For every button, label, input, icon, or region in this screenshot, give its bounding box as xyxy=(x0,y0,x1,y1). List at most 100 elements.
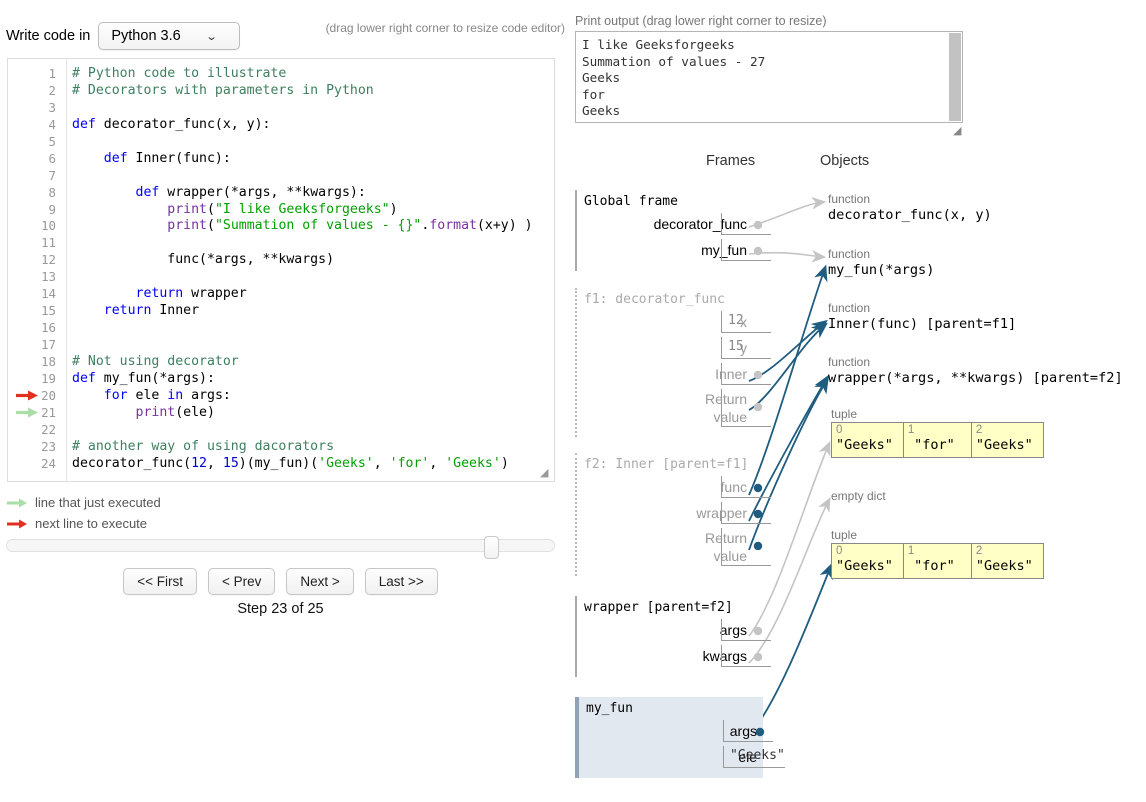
variable-row: Returnvalue xyxy=(575,528,753,570)
variable-row: Returnvalue xyxy=(575,389,753,431)
variable-row: x12 xyxy=(575,311,753,337)
code-line: 2# Decorators with parameters in Python xyxy=(8,83,554,100)
line-number: 18 xyxy=(8,354,56,371)
code-line: 14 return wrapper xyxy=(8,286,554,303)
heap-object: functionInner(func) [parent=f1] xyxy=(828,301,1016,332)
python-tutor-page: Write code in Python 3.6 ⌄ (drag lower r… xyxy=(0,0,1146,802)
stack-frame: Global framedecorator_funcmy_fun xyxy=(575,190,753,271)
code-line: 20 for ele in args: xyxy=(8,388,554,405)
legend-next-label: next line to execute xyxy=(35,516,147,531)
code-line: 15 return Inner xyxy=(8,303,554,320)
line-code: def Inner(func): xyxy=(72,151,231,168)
variable-value xyxy=(721,502,771,524)
line-number: 15 xyxy=(8,303,56,320)
variable-value: 12 xyxy=(721,311,771,333)
first-button[interactable]: << First xyxy=(123,568,197,595)
variable-value xyxy=(721,476,771,498)
print-output-text: I like Geeksforgeeks Summation of values… xyxy=(582,37,765,120)
line-number: 20 xyxy=(8,388,56,405)
step-slider[interactable] xyxy=(6,537,555,554)
frame-title: f2: Inner [parent=f1] xyxy=(575,457,753,472)
line-number: 10 xyxy=(8,218,56,235)
tuple-box: 0"Geeks"1"for"2"Geeks" xyxy=(831,543,1044,579)
last-button[interactable]: Last >> xyxy=(365,568,438,595)
frame-variables: x12y15InnerReturnvalue xyxy=(575,311,753,431)
variable-row: kwargs xyxy=(575,645,753,671)
line-number: 9 xyxy=(8,202,56,219)
code-line: 11 xyxy=(8,235,554,252)
code-header: Write code in Python 3.6 ⌄ xyxy=(6,22,240,50)
tuple-value: "Geeks" xyxy=(836,557,893,574)
line-code: print("Summation of values - {}".format(… xyxy=(72,218,533,235)
next-line-arrow-icon xyxy=(6,518,28,530)
tuple-value: "for" xyxy=(908,436,961,453)
line-code: def my_fun(*args): xyxy=(72,371,215,388)
code-line: 16 xyxy=(8,320,554,337)
frame-variables: funcwrapperReturnvalue xyxy=(575,476,753,570)
editor-resize-handle[interactable]: ◢ xyxy=(540,467,552,479)
object-type-label: function xyxy=(828,192,992,206)
step-slider-thumb[interactable] xyxy=(484,536,499,559)
heap-object: functionmy_fun(*args) xyxy=(828,247,934,278)
print-output-scrollbar[interactable] xyxy=(949,33,961,121)
tuple-box: 0"Geeks" 1"for" 2"Geeks" xyxy=(831,422,1044,458)
next-button[interactable]: Next > xyxy=(286,568,353,595)
print-output-box[interactable]: I like Geeksforgeeks Summation of values… xyxy=(575,31,963,123)
line-code: for ele in args: xyxy=(72,388,231,405)
object-type-label: tuple xyxy=(831,528,1044,542)
heap-object: functionwrapper(*args, **kwargs) [parent… xyxy=(828,355,1123,386)
line-number: 8 xyxy=(8,185,56,202)
tuple-value: "for" xyxy=(908,557,961,574)
code-pane: Write code in Python 3.6 ⌄ (drag lower r… xyxy=(0,0,573,802)
tuple-value: "Geeks" xyxy=(836,436,893,453)
prev-button[interactable]: < Prev xyxy=(208,568,275,595)
code-line: 3 xyxy=(8,100,554,117)
legend: line that just executed next line to exe… xyxy=(6,492,161,534)
line-code: def wrapper(*args, **kwargs): xyxy=(72,185,366,202)
code-editor[interactable]: 1# Python code to illustrate2# Decorator… xyxy=(7,58,555,482)
line-number: 3 xyxy=(8,100,56,117)
print-output-label: Print output (drag lower right corner to… xyxy=(575,14,827,28)
heap-object: tuple0"Geeks"1"for"2"Geeks" xyxy=(831,407,1044,458)
line-code: # another way of using dacorators xyxy=(72,439,334,456)
code-line: 6 def Inner(func): xyxy=(8,151,554,168)
code-line: 4def decorator_func(x, y): xyxy=(8,117,554,134)
code-line: 10 print("Summation of values - {}".form… xyxy=(8,218,554,235)
language-select[interactable]: Python 3.6 ⌄ xyxy=(98,22,240,50)
line-code: return wrapper xyxy=(72,286,247,303)
stack-frame: my_funargsele"Geeks" xyxy=(575,697,763,778)
write-code-label: Write code in xyxy=(6,28,90,44)
frame-variables: argsele"Geeks" xyxy=(577,720,763,772)
code-line: 17 xyxy=(8,337,554,354)
line-code: print("I like Geeksforgeeks") xyxy=(72,202,398,219)
variable-value xyxy=(721,619,771,641)
code-line: 21 print(ele) xyxy=(8,405,554,422)
tuple-value: "Geeks" xyxy=(976,436,1033,453)
frame-title: Global frame xyxy=(575,194,753,209)
step-counter: Step 23 of 25 xyxy=(0,601,561,617)
tuple-index: 2 xyxy=(976,545,1033,557)
tuple-cell: 2"Geeks" xyxy=(972,544,1043,578)
line-number: 16 xyxy=(8,320,56,337)
legend-executed-label: line that just executed xyxy=(35,495,161,510)
line-number: 19 xyxy=(8,371,56,388)
chevron-down-icon: ⌄ xyxy=(205,30,217,43)
print-output-resize-handle[interactable]: ◢ xyxy=(953,124,961,137)
object-type-label: function xyxy=(828,355,1123,369)
line-number: 13 xyxy=(8,269,56,286)
tuple-cell: 2"Geeks" xyxy=(972,423,1043,457)
tuple-index: 1 xyxy=(908,424,961,436)
frame-title: f1: decorator_func xyxy=(575,292,753,307)
variable-value xyxy=(721,389,771,427)
line-code: # Not using decorator xyxy=(72,354,239,371)
line-code: # Decorators with parameters in Python xyxy=(72,83,374,100)
line-number: 12 xyxy=(8,252,56,269)
step-slider-track[interactable] xyxy=(6,539,555,552)
code-line: 8 def wrapper(*args, **kwargs): xyxy=(8,185,554,202)
tuple-cell: 0"Geeks" xyxy=(832,544,904,578)
heap-object: empty dict xyxy=(831,489,886,504)
line-code: return Inner xyxy=(72,303,199,320)
frame-variables: argskwargs xyxy=(575,619,753,671)
variable-row: wrapper xyxy=(575,502,753,528)
tuple-cell: 0"Geeks" xyxy=(832,423,904,457)
